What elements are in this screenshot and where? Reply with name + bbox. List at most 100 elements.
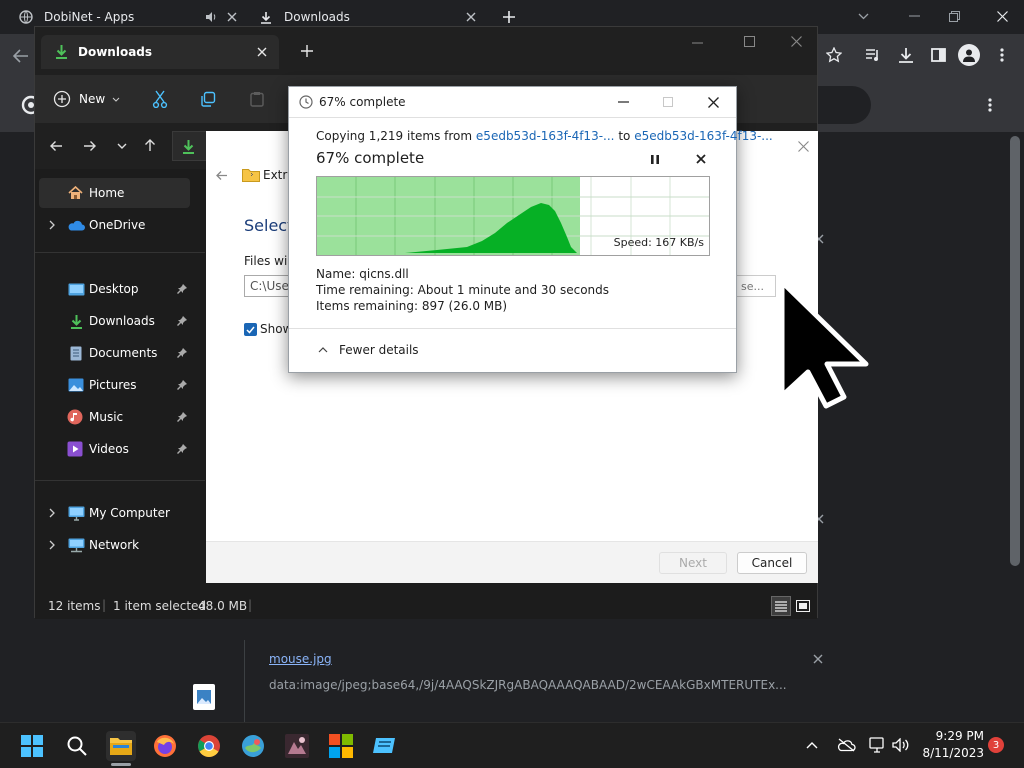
recent-locations-chevron-icon[interactable] xyxy=(114,137,130,155)
home-icon xyxy=(67,185,83,201)
clock[interactable]: 9:29 PM 8/11/2023 xyxy=(918,728,984,764)
scrollbar-thumb[interactable] xyxy=(1010,136,1020,566)
firefox-icon[interactable] xyxy=(150,731,180,761)
copy-source-line: Copying 1,219 items from e5edb53d-163f-4… xyxy=(316,129,773,143)
status-separator: | xyxy=(248,598,253,612)
destination-link[interactable]: e5edb53d-163f-4f13-... xyxy=(634,129,773,143)
minimize-icon[interactable] xyxy=(615,94,631,110)
new-tab-plus-icon[interactable] xyxy=(299,43,315,59)
onedrive-sync-icon[interactable] xyxy=(836,736,856,754)
side-panel-icon[interactable] xyxy=(929,46,947,64)
kebab-menu-icon[interactable] xyxy=(994,46,1010,64)
image-file-icon xyxy=(193,684,215,710)
sidebar-item-onedrive[interactable]: OneDrive xyxy=(39,210,191,240)
details-view-icon[interactable] xyxy=(771,596,791,616)
show-files-checkbox[interactable] xyxy=(244,323,257,336)
sidebar-item-pictures[interactable]: Pictures xyxy=(39,370,191,400)
close-icon[interactable] xyxy=(705,94,721,110)
new-button[interactable]: New xyxy=(53,85,121,113)
new-label: New xyxy=(79,92,106,106)
restore-icon[interactable] xyxy=(946,8,962,24)
close-icon[interactable] xyxy=(788,33,804,49)
copy-progress-dialog: 67% complete Copying 1,219 items from e5… xyxy=(288,86,773,373)
file-explorer-taskbar-icon[interactable] xyxy=(106,731,136,761)
chevron-right-icon[interactable] xyxy=(47,508,57,518)
notification-badge[interactable]: 3 xyxy=(988,737,1004,753)
sidebar-item-videos[interactable]: Videos xyxy=(39,434,191,464)
pin-icon xyxy=(177,444,187,454)
close-tab-icon[interactable] xyxy=(225,10,239,24)
sidebar-item-label: Videos xyxy=(89,442,129,456)
browse-button[interactable]: se... xyxy=(736,275,776,297)
sidebar-item-label: Home xyxy=(89,186,125,200)
plus-circle-icon xyxy=(53,90,71,108)
next-button[interactable]: Next xyxy=(659,552,727,574)
start-windows-icon[interactable] xyxy=(17,731,47,761)
maximize-icon[interactable] xyxy=(660,94,676,110)
new-tab-plus-icon[interactable] xyxy=(500,9,518,25)
network-icon xyxy=(67,537,85,553)
chevron-up-icon[interactable] xyxy=(804,737,820,753)
sidebar-item-my-computer[interactable]: My Computer xyxy=(39,498,191,528)
chrome-icon[interactable] xyxy=(194,731,224,761)
minimize-icon[interactable] xyxy=(689,35,705,51)
sidebar-item-network[interactable]: Network xyxy=(39,530,191,560)
tiles-view-icon[interactable] xyxy=(793,596,813,616)
forward-arrow-icon[interactable] xyxy=(81,137,99,155)
back-arrow-icon[interactable] xyxy=(12,47,30,65)
maximize-icon[interactable] xyxy=(741,33,757,49)
office-app-icon[interactable] xyxy=(326,731,356,761)
search-icon[interactable] xyxy=(62,731,92,761)
photo-app-icon[interactable] xyxy=(282,731,312,761)
sidebar-item-documents[interactable]: Documents xyxy=(39,338,191,368)
copy-icon[interactable] xyxy=(198,89,218,109)
close-tab-icon[interactable] xyxy=(464,10,478,24)
reading-list-icon[interactable] xyxy=(864,46,882,64)
pause-icon[interactable] xyxy=(646,151,664,167)
paste-icon[interactable] xyxy=(247,89,267,109)
download-item: mouse.jpg data:image/jpeg;base64,/9j/4AA… xyxy=(244,640,840,722)
volume-icon[interactable] xyxy=(891,736,911,754)
explorer-tab-downloads[interactable]: Downloads xyxy=(41,35,279,69)
bookmark-star-icon[interactable] xyxy=(825,46,843,64)
cancel-copy-icon[interactable] xyxy=(693,151,709,167)
close-icon[interactable] xyxy=(994,8,1010,24)
close-icon[interactable] xyxy=(796,139,810,153)
clock-date: 8/11/2023 xyxy=(922,746,984,760)
chevron-right-icon[interactable] xyxy=(47,540,57,550)
remote-app-icon[interactable] xyxy=(370,731,400,761)
network-status-icon[interactable] xyxy=(868,736,888,754)
sidebar-item-label: Music xyxy=(89,410,124,424)
cut-icon[interactable] xyxy=(150,89,170,109)
sidebar-item-desktop[interactable]: Desktop xyxy=(39,274,191,304)
maps-app-icon[interactable] xyxy=(238,731,268,761)
download-icon[interactable] xyxy=(897,46,915,64)
fewer-details-label: Fewer details xyxy=(339,343,419,357)
address-bar[interactable] xyxy=(172,131,208,161)
close-tab-icon[interactable] xyxy=(255,45,269,59)
sidebar-item-downloads[interactable]: Downloads xyxy=(39,306,191,336)
explorer-titlebar: Downloads xyxy=(35,27,817,75)
sidebar-item-music[interactable]: Music xyxy=(39,402,191,432)
clock-icon xyxy=(298,94,314,110)
chevron-up-icon xyxy=(317,344,329,356)
remove-download-icon[interactable] xyxy=(811,652,825,666)
tab-title: Downloads xyxy=(284,10,350,24)
divider xyxy=(289,328,736,329)
download-file-link[interactable]: mouse.jpg xyxy=(269,652,332,666)
up-arrow-icon[interactable] xyxy=(141,136,159,154)
speaker-icon[interactable] xyxy=(204,10,218,24)
kebab-menu-icon[interactable] xyxy=(984,96,996,114)
minimize-icon[interactable] xyxy=(906,8,922,24)
fewer-details-button[interactable]: Fewer details xyxy=(317,341,419,359)
source-link[interactable]: e5edb53d-163f-4f13-... xyxy=(476,129,615,143)
globe-icon xyxy=(18,9,34,25)
sidebar-item-home[interactable]: Home xyxy=(39,178,190,208)
back-arrow-icon[interactable] xyxy=(47,137,65,155)
chevron-down-icon[interactable] xyxy=(855,8,871,24)
pictures-icon xyxy=(67,377,85,393)
back-arrow-icon[interactable] xyxy=(214,168,228,182)
cancel-button[interactable]: Cancel xyxy=(737,552,807,574)
chevron-right-icon[interactable] xyxy=(47,220,57,230)
profile-avatar-icon[interactable] xyxy=(958,44,980,66)
